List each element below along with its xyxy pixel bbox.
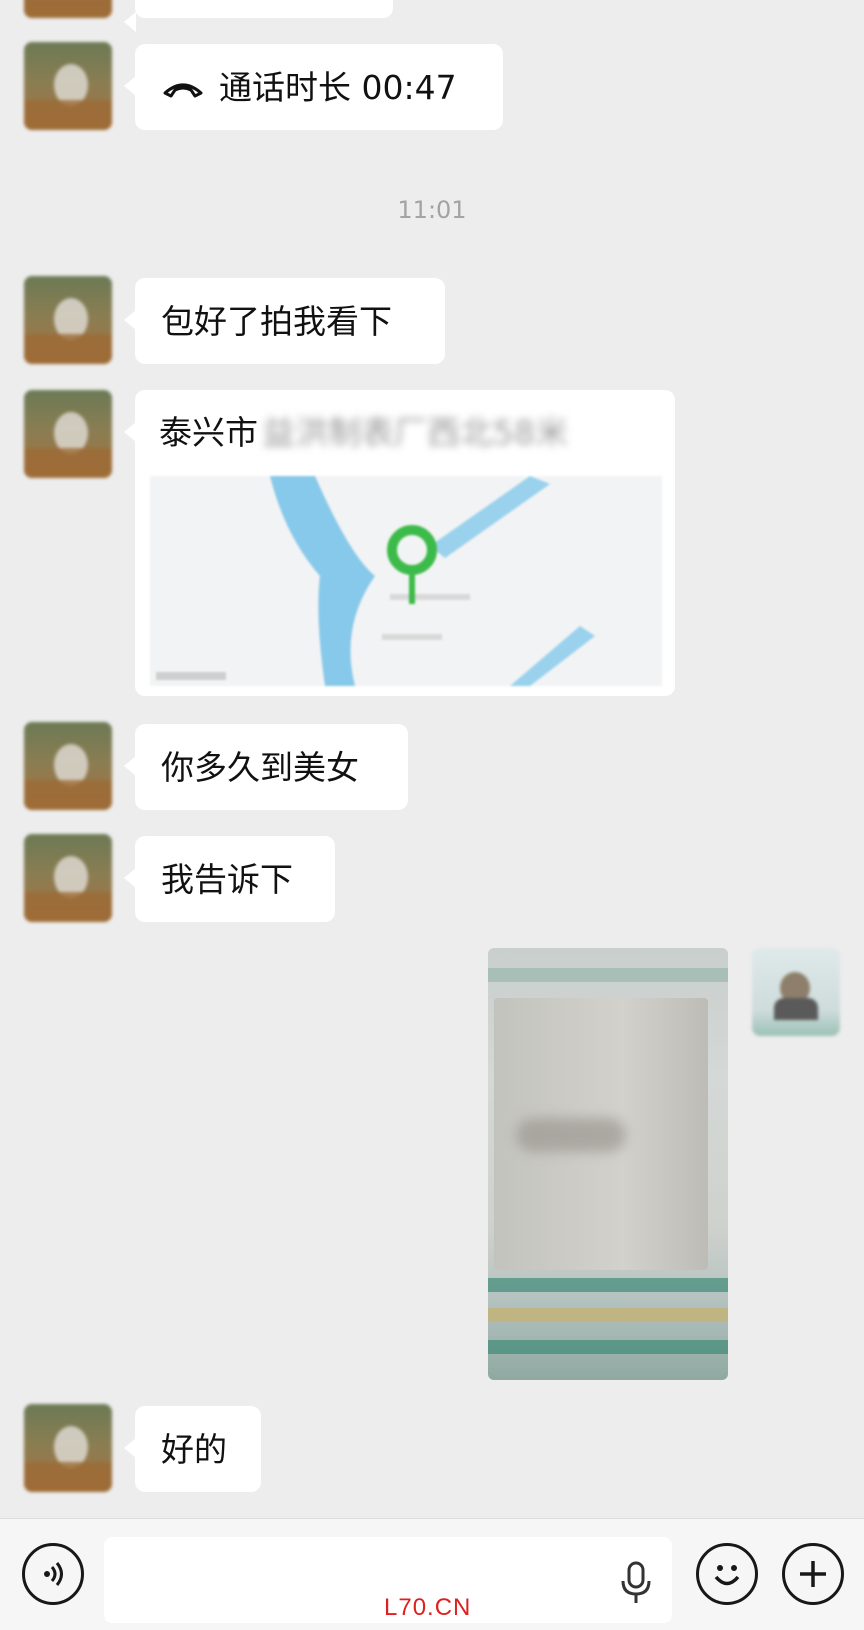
contact-avatar[interactable] bbox=[24, 0, 112, 18]
contact-avatar[interactable] bbox=[24, 390, 112, 478]
shopping-bag-image bbox=[494, 998, 708, 1270]
contact-avatar[interactable] bbox=[24, 1404, 112, 1492]
contact-avatar[interactable] bbox=[24, 42, 112, 130]
text-message-bubble[interactable]: 包好了拍我看下 bbox=[124, 278, 445, 364]
message-text: 好的 bbox=[161, 1429, 227, 1469]
map-preview[interactable] bbox=[150, 476, 662, 686]
location-pin-icon bbox=[382, 522, 442, 610]
microphone-icon[interactable] bbox=[618, 1561, 654, 1609]
voice-toggle-icon[interactable] bbox=[22, 1543, 84, 1605]
plus-icon[interactable] bbox=[782, 1543, 844, 1605]
call-duration-bubble[interactable]: 通话时长 00:47 bbox=[124, 44, 503, 130]
my-avatar[interactable] bbox=[752, 948, 840, 1036]
contact-avatar[interactable] bbox=[24, 834, 112, 922]
message-timestamp: 11:01 bbox=[397, 196, 467, 224]
message-text: 包好了拍我看下 bbox=[161, 301, 392, 341]
message-text: 你多久到美女 bbox=[161, 747, 359, 787]
location-city-text: 泰兴市 bbox=[159, 413, 258, 452]
text-message-bubble[interactable]: 你多久到美女 bbox=[124, 724, 408, 810]
previous-message-bubble[interactable] bbox=[124, 0, 393, 32]
contact-avatar[interactable] bbox=[24, 722, 112, 810]
phone-hangup-icon bbox=[161, 71, 205, 104]
contact-avatar[interactable] bbox=[24, 276, 112, 364]
watermark: L70.CN bbox=[384, 1594, 472, 1621]
text-message-bubble[interactable]: 好的 bbox=[124, 1406, 261, 1492]
video-message-thumbnail[interactable] bbox=[488, 948, 728, 1380]
emoji-icon[interactable] bbox=[696, 1543, 758, 1605]
text-message-bubble[interactable]: 我告诉下 bbox=[124, 836, 335, 922]
location-address-text: 益洪制表厂西北58米 bbox=[262, 413, 568, 452]
message-text: 我告诉下 bbox=[161, 859, 293, 899]
call-duration-text: 通话时长 00:47 bbox=[219, 67, 457, 107]
